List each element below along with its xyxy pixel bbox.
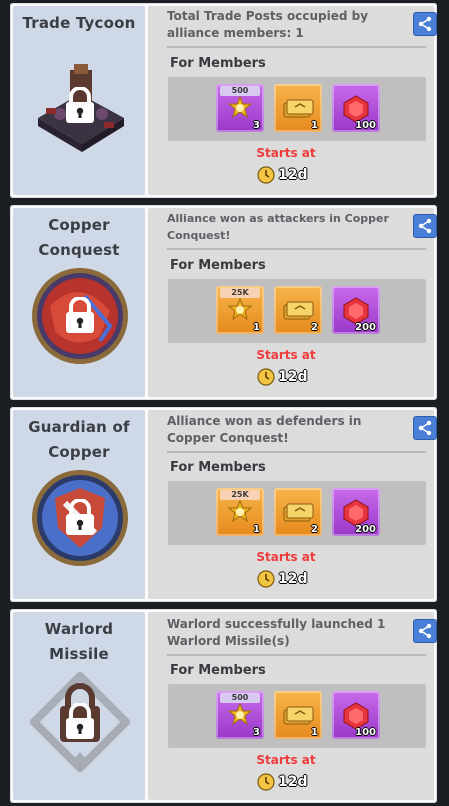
reward-gems[interactable]: 200 (332, 488, 380, 536)
share-button[interactable] (413, 619, 437, 643)
section-label: For Members (170, 460, 266, 475)
starts-at-label: Starts at (256, 146, 316, 160)
reward-quantity: 1 (311, 727, 318, 738)
achievement-left-panel: Guardian of Copper (13, 410, 145, 599)
achievement-description: Warlord successfully launched 1 Warlord … (167, 617, 386, 648)
reward-medal[interactable]: 500 3 (216, 691, 264, 739)
timer: 12d (257, 569, 308, 589)
lock-icon (63, 86, 97, 125)
reward-tag: 25K (220, 490, 260, 500)
clock-icon (257, 166, 275, 184)
gold-tickets-icon (283, 99, 314, 118)
achievement-title: Guardian of Copper (28, 418, 130, 461)
reward-quantity: 1 (311, 120, 318, 131)
gold-tickets-icon (283, 503, 314, 522)
reward-gems[interactable]: 200 (332, 286, 380, 334)
reward-quantity: 100 (355, 120, 376, 131)
divider (167, 654, 426, 656)
divider (167, 46, 426, 48)
lock-icon (63, 702, 97, 741)
reward-quantity: 200 (355, 524, 376, 535)
reward-medal[interactable]: 25K 1 (216, 286, 264, 334)
medal-icon (227, 297, 253, 321)
reward-tickets[interactable]: 2 (274, 286, 322, 334)
share-icon (418, 218, 432, 234)
section-label: For Members (170, 663, 266, 678)
section-label: For Members (170, 56, 266, 71)
divider (167, 451, 426, 453)
reward-tickets[interactable]: 1 (274, 691, 322, 739)
achievement-title: Copper Conquest (38, 216, 120, 259)
achievement-title: Trade Tycoon (22, 14, 136, 32)
share-icon (418, 623, 432, 639)
divider (167, 248, 426, 250)
reward-gems[interactable]: 100 (332, 84, 380, 132)
share-button[interactable] (413, 416, 437, 440)
starts-at-label: Starts at (256, 753, 316, 767)
reward-quantity: 3 (253, 120, 260, 131)
guardian-shield-emblem-icon (30, 468, 130, 568)
reward-quantity: 2 (311, 524, 318, 535)
starts-at-label: Starts at (256, 550, 316, 564)
achievement-left-panel: Warlord Missile (13, 612, 145, 800)
medal-icon (227, 499, 253, 523)
reward-tag: 25K (220, 288, 260, 298)
timer-value: 12d (278, 774, 308, 790)
reward-quantity: 200 (355, 322, 376, 333)
timer-value: 12d (278, 571, 308, 587)
timer: 12d (257, 165, 308, 185)
achievement-left-panel: Copper Conquest (13, 208, 145, 397)
achievement-left-panel: Trade Tycoon (13, 6, 145, 195)
reward-quantity: 1 (253, 322, 260, 333)
reward-tag: 500 (220, 693, 260, 703)
copper-conquest-emblem-icon (30, 266, 130, 366)
clock-icon (257, 570, 275, 588)
reward-medal[interactable]: 500 3 (216, 84, 264, 132)
reward-tag: 500 (220, 86, 260, 96)
starts-at-label: Starts at (256, 348, 316, 362)
missile-diamond-emblem-icon (28, 670, 132, 774)
rewards-row: 25K 1 2 200 (168, 481, 426, 545)
reward-gems[interactable]: 100 (332, 691, 380, 739)
timer: 12d (257, 772, 308, 792)
achievement-title: Warlord Missile (44, 620, 114, 663)
rewards-row: 500 3 1 100 (168, 77, 426, 141)
share-icon (418, 16, 432, 32)
medal-icon (227, 702, 253, 726)
trade-post-building-icon (30, 56, 130, 156)
achievement-description: Alliance won as defenders in Copper Conq… (167, 414, 362, 445)
timer-value: 12d (278, 167, 308, 183)
clock-icon (257, 368, 275, 386)
gold-tickets-icon (283, 301, 314, 320)
clock-icon (257, 773, 275, 791)
share-button[interactable] (413, 12, 437, 36)
medal-icon (227, 95, 253, 119)
share-icon (418, 420, 432, 436)
section-label: For Members (170, 258, 266, 273)
rewards-row: 500 3 1 100 (168, 684, 426, 748)
timer: 12d (257, 367, 308, 387)
lock-icon (63, 296, 97, 335)
lock-icon (63, 498, 97, 537)
achievement-description: Total Trade Posts occupied by alliance m… (167, 9, 369, 40)
achievements-list[interactable]: Trade Tycoon Total Trade Posts occupied … (0, 0, 449, 806)
reward-quantity: 1 (253, 524, 260, 535)
reward-quantity: 100 (355, 727, 376, 738)
reward-tickets[interactable]: 2 (274, 488, 322, 536)
reward-medal[interactable]: 25K 1 (216, 488, 264, 536)
reward-tickets[interactable]: 1 (274, 84, 322, 132)
achievement-description: Alliance won as attackers in Copper Conq… (167, 212, 389, 242)
rewards-row: 25K 1 2 200 (168, 279, 426, 343)
reward-quantity: 2 (311, 322, 318, 333)
timer-value: 12d (278, 369, 308, 385)
gold-tickets-icon (283, 706, 314, 725)
share-button[interactable] (413, 214, 437, 238)
reward-quantity: 3 (253, 727, 260, 738)
